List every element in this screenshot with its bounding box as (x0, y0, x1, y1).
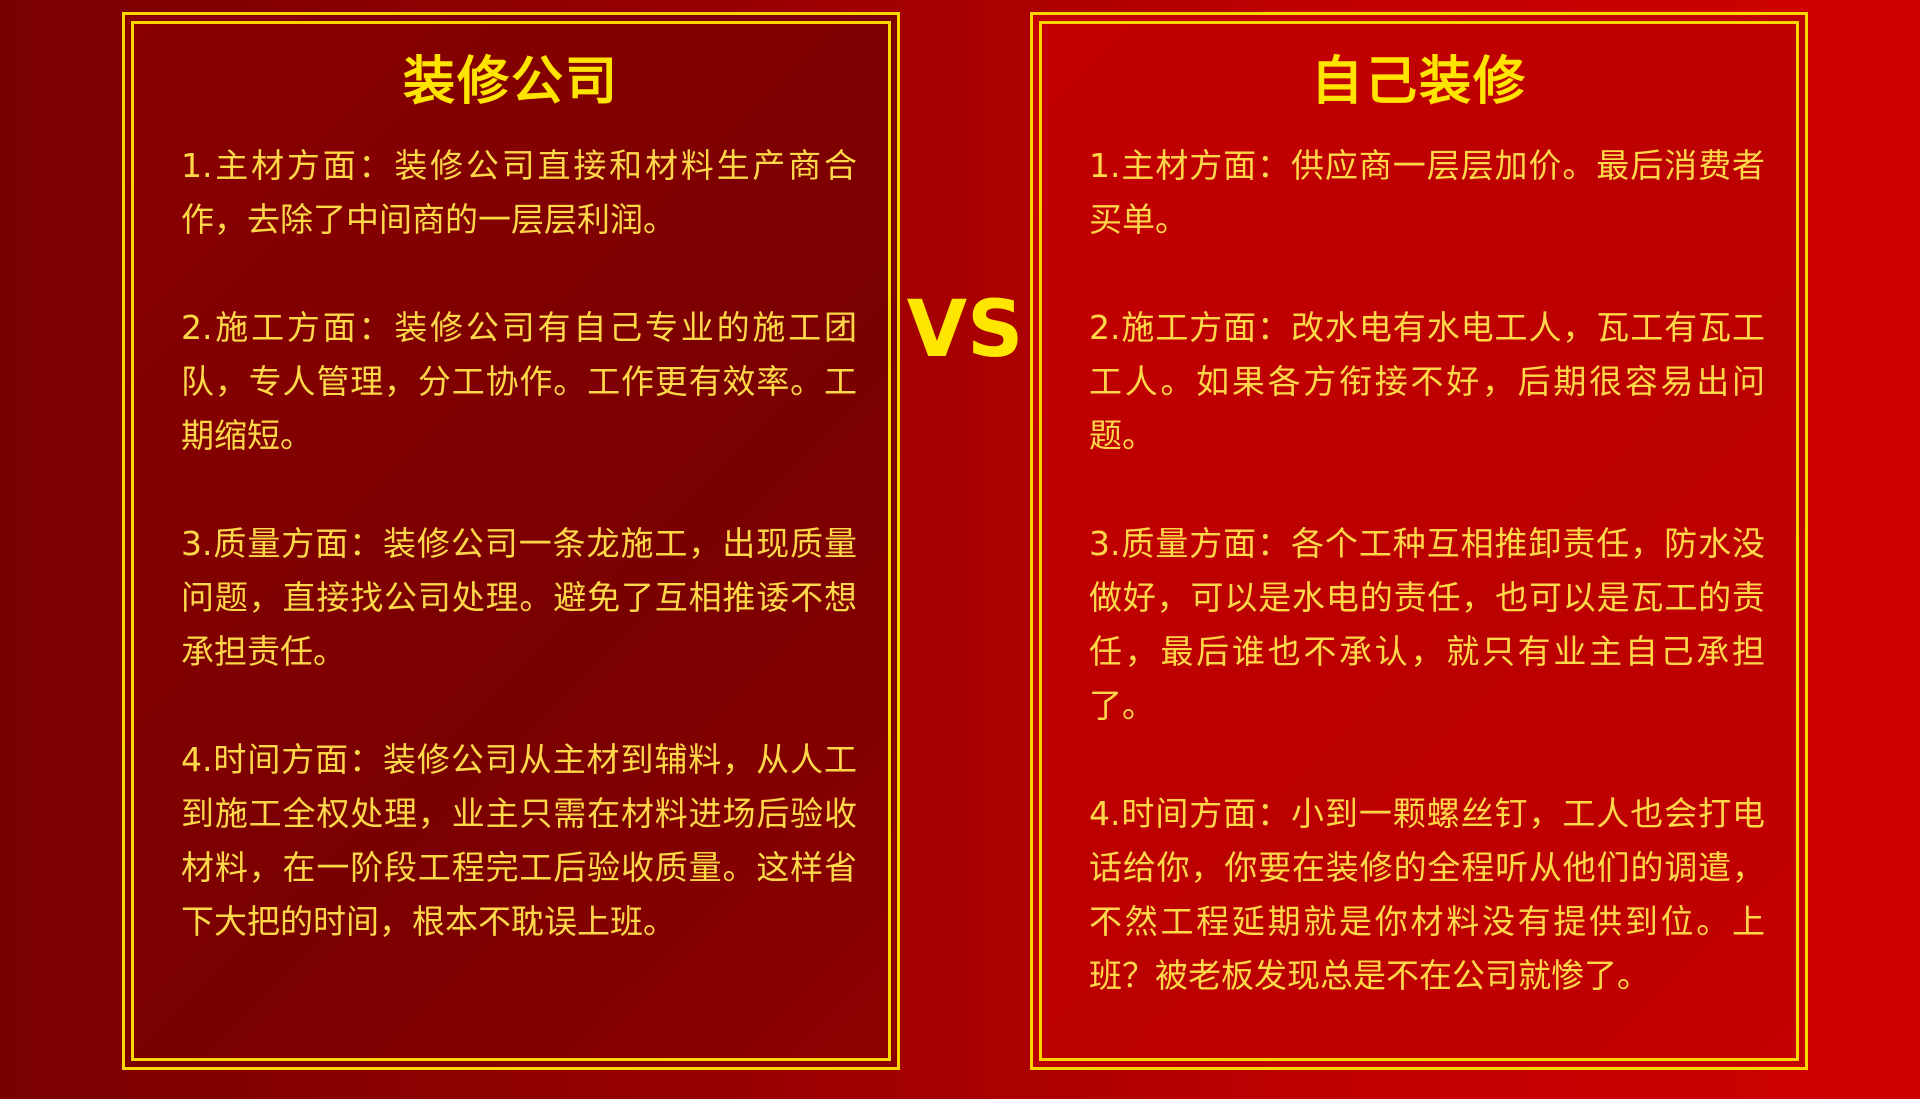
renovation-company-panel: 装修公司 1.主材方面：装修公司直接和材料生产商合作，去除了中间商的一层层利润。… (122, 12, 900, 1070)
self-renovation-list: 1.主材方面：供应商一层层加价。最后消费者买单。 2.施工方面：改水电有水电工人… (1089, 139, 1765, 1047)
list-item: 3.质量方面：各个工种互相推卸责任，防水没做好，可以是水电的责任，也可以是瓦工的… (1089, 524, 1765, 725)
list-item: 4.时间方面：小到一颗螺丝钉，工人也会打电话给你，你要在装修的全程听从他们的调遣… (1089, 794, 1765, 995)
list-item: 2.施工方面：装修公司有自己专业的施工团队，专人管理，分工协作。工作更有效率。工… (181, 308, 857, 455)
list-item: 1.主材方面：装修公司直接和材料生产商合作，去除了中间商的一层层利润。 (181, 146, 857, 239)
renovation-company-list: 1.主材方面：装修公司直接和材料生产商合作，去除了中间商的一层层利润。 2.施工… (181, 139, 857, 1047)
renovation-company-title: 装修公司 (402, 52, 619, 112)
self-renovation-panel: 自己装修 1.主材方面：供应商一层层加价。最后消费者买单。 2.施工方面：改水电… (1030, 12, 1808, 1070)
vs-label: VS (906, 285, 1024, 375)
list-item: 1.主材方面：供应商一层层加价。最后消费者买单。 (1089, 146, 1765, 239)
self-renovation-title: 自己装修 (1310, 52, 1527, 112)
list-item: 4.时间方面：装修公司从主材到辅料，从人工到施工全权处理，业主只需在材料进场后验… (181, 740, 857, 941)
list-item: 2.施工方面：改水电有水电工人，瓦工有瓦工工人。如果各方衔接不好，后期很容易出问… (1089, 308, 1765, 455)
list-item: 3.质量方面：装修公司一条龙施工，出现质量问题，直接找公司处理。避免了互相推诿不… (181, 524, 857, 671)
